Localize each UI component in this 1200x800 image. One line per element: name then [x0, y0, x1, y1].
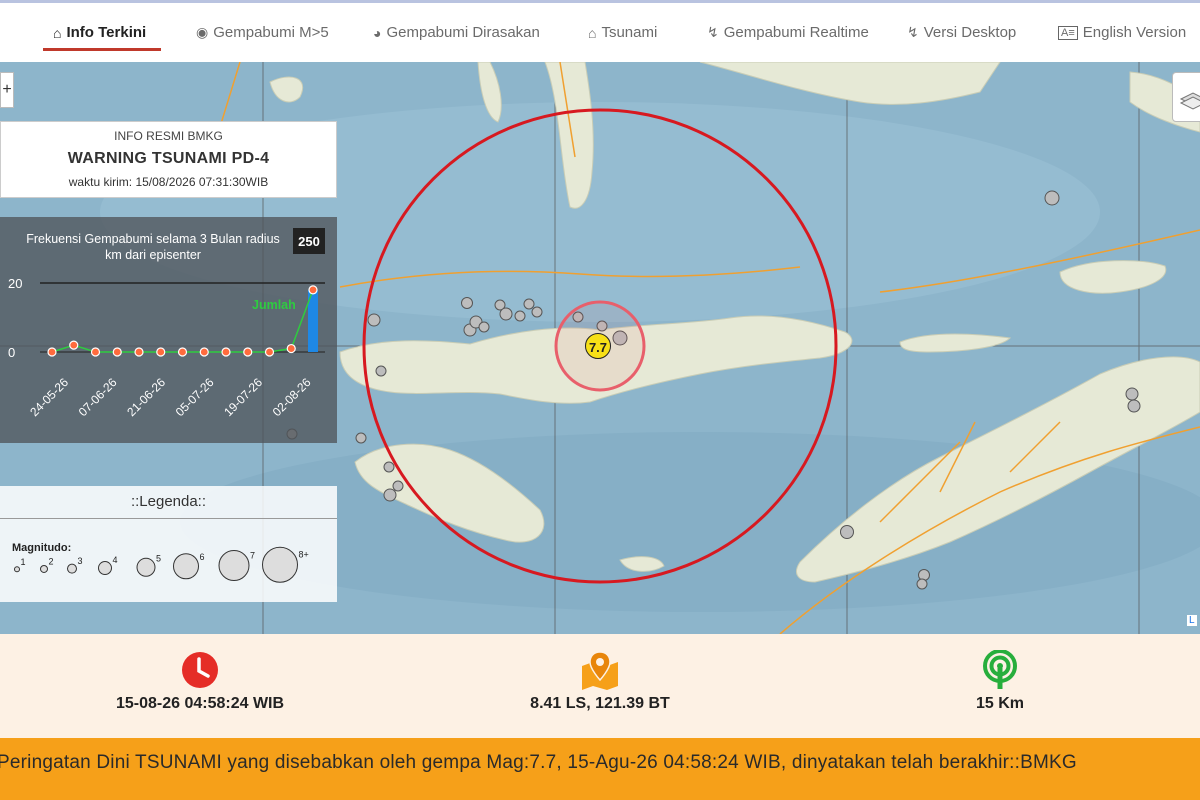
chart-point — [156, 347, 166, 357]
chart-point — [47, 347, 57, 357]
chart-x-tick: 02-08-26 — [270, 375, 314, 419]
chart-x-tick: 24-05-26 — [27, 375, 71, 419]
warning-title: WARNING TSUNAMI PD-4 — [67, 150, 270, 167]
legend-circle — [262, 546, 298, 583]
signal-tower-icon — [983, 650, 1017, 689]
clock-icon — [182, 652, 218, 688]
tab-label: Gempabumi Realtime — [723, 24, 869, 41]
chart-point — [112, 347, 122, 357]
tab-versi-desktop[interactable]: ↯ Versi Desktop — [907, 3, 1016, 62]
frequency-chart: 20 0 Jumlah 24-05-26 07-06-26 21-06-26 05-07-2… — [8, 276, 325, 419]
event-location-block: 8.41 LS, 121.39 BT — [400, 634, 800, 738]
tab-label: Versi Desktop — [923, 24, 1017, 41]
legend-label: 2 — [49, 556, 54, 566]
chart-point — [286, 343, 296, 354]
legend-circle — [40, 564, 48, 573]
tab-label: Info Terkini — [66, 24, 147, 41]
legend-circle — [67, 563, 77, 574]
chart-point — [264, 347, 275, 357]
home-icon: ⌂ — [588, 24, 597, 41]
legend-circle — [136, 557, 156, 577]
legend-circle — [14, 566, 20, 573]
event-time: 15-08-26 04:58:24 WIB — [115, 695, 285, 712]
warning-header: INFO RESMI BMKG — [114, 129, 223, 143]
map-pin-icon — [582, 651, 618, 690]
event-depth: 15 Km — [975, 695, 1025, 712]
chart-point — [90, 347, 101, 357]
tab-label: Gempabumi M>5 — [213, 24, 329, 41]
legend-label: 1 — [21, 557, 26, 567]
tab-gempabumi-dirasakan[interactable]: ◕ Gempabumi Dirasakan — [373, 3, 540, 62]
globe-icon: ◕ — [373, 24, 382, 41]
chart-point — [221, 347, 231, 357]
legend-label: 4 — [113, 555, 118, 565]
warning-info-box: INFO RESMI BMKG WARNING TSUNAMI PD-4 wak… — [0, 121, 337, 198]
tab-label: Tsunami — [601, 24, 658, 41]
warning-ticker: Peringatan Dini TSUNAMI yang disebabkan … — [0, 738, 1200, 800]
legend-label: 3 — [78, 556, 83, 566]
legend-label: 7 — [250, 551, 255, 561]
home-icon: ⌂ — [53, 24, 62, 41]
epicenter-magnitude: 7.7 — [589, 340, 607, 355]
zoom-in-button[interactable]: + — [0, 72, 14, 108]
tab-info-terkini[interactable]: ⌂ Info Terkini — [53, 3, 146, 62]
chart-x-tick: 05-07-26 — [173, 375, 217, 419]
event-location: 8.41 LS, 121.39 BT — [530, 695, 670, 712]
tab-gempabumi-m5[interactable]: ◉ Gempabumi M>5 — [196, 3, 329, 62]
chart-point — [243, 347, 253, 357]
warning-sent-time: waktu kirim: 15/08/2026 07:31:30WIB — [68, 175, 269, 189]
chart-y-tick: 0 — [8, 345, 15, 360]
legend-label: 8+ — [299, 549, 309, 559]
ticker-text: Peringatan Dini TSUNAMI yang disebabkan … — [0, 752, 1077, 773]
top-nav-bar: ⌂ Info Terkini ◉ Gempabumi M>5 ◕ Gempabu… — [0, 0, 1200, 62]
chart-point — [308, 285, 318, 295]
target-icon: ◉ — [196, 24, 209, 40]
legend-circle — [218, 550, 250, 581]
chart-x-tick: 21-06-26 — [124, 375, 168, 419]
tab-english-version[interactable]: A≡ English Version — [1058, 3, 1186, 62]
event-time-block: 15-08-26 04:58:24 WIB — [0, 634, 400, 738]
legend-circle — [98, 561, 112, 576]
tab-gempabumi-realtime[interactable]: ↯ Gempabumi Realtime — [707, 3, 869, 62]
chart-x-tick: 19-07-26 — [221, 375, 265, 419]
chart-point — [199, 347, 209, 357]
bolt-icon: ↯ — [907, 24, 919, 40]
tab-label: Gempabumi Dirasakan — [386, 24, 540, 41]
legend-circle — [173, 553, 199, 580]
event-info-bar: 15-08-26 04:58:24 WIB 8.41 LS, 121.39 BT… — [0, 634, 1200, 738]
legend-label: 6 — [200, 552, 205, 562]
legend-panel: ::Legenda:: Magnitudo: 1 2 3 4 5 6 7 8+ — [0, 486, 337, 602]
tab-label: English Version — [1082, 24, 1187, 41]
legend-label: 5 — [156, 554, 161, 564]
chart-point — [177, 347, 188, 357]
active-tab-indicator — [43, 48, 161, 51]
layers-button[interactable] — [1172, 72, 1200, 122]
bolt-icon: ↯ — [707, 24, 719, 40]
layers-icon — [1179, 92, 1200, 110]
event-depth-block: 15 Km — [800, 634, 1200, 738]
chart-point — [69, 340, 79, 350]
chart-series-label: Jumlah — [252, 298, 296, 312]
map-attribution[interactable]: L — [1187, 615, 1197, 626]
legend-magnitude-scale: 1 2 3 4 5 6 7 8+ — [14, 546, 309, 583]
chart-point — [134, 347, 144, 357]
chart-y-tick: 20 — [8, 276, 22, 291]
tab-tsunami[interactable]: ⌂ Tsunami — [588, 3, 657, 62]
language-icon: A≡ — [1058, 25, 1078, 40]
chart-x-tick: 07-06-26 — [76, 375, 120, 419]
